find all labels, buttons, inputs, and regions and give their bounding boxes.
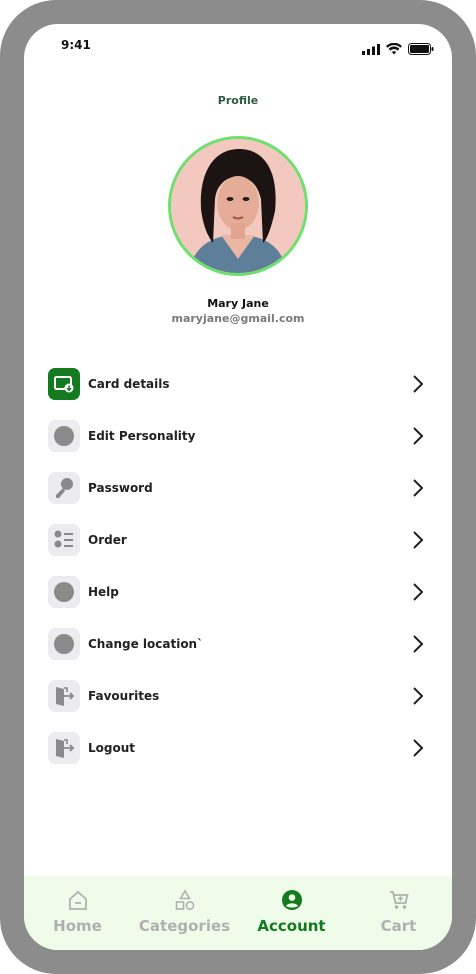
circle-icon — [48, 420, 80, 452]
menu-label-help: Help — [88, 585, 119, 599]
user-email: maryjane@gmail.com — [171, 312, 305, 325]
nav-item-home[interactable]: Home — [28, 888, 128, 935]
bottom-nav: Home Categories Account Cart — [24, 876, 452, 950]
wifi-icon — [386, 40, 402, 59]
circle-icon — [48, 576, 80, 608]
nav-label-account: Account — [257, 917, 326, 935]
menu-item-change-location[interactable]: Change location` — [48, 618, 428, 670]
account-icon — [281, 888, 303, 912]
menu-item-favourites[interactable]: Favourites — [48, 670, 428, 722]
nav-label-home: Home — [53, 917, 102, 935]
avatar[interactable] — [168, 136, 308, 276]
chevron-right-icon — [412, 478, 426, 498]
list-icon — [48, 524, 80, 556]
chevron-right-icon — [412, 426, 426, 446]
nav-item-categories[interactable]: Categories — [135, 888, 235, 935]
phone-frame: 9:41 Profile Mary Jane maryjane@gmail.co… — [0, 0, 476, 974]
nav-label-categories: Categories — [138, 917, 231, 935]
menu-label-logout: Logout — [88, 741, 136, 755]
menu-item-order[interactable]: Order — [48, 514, 428, 566]
menu-item-password[interactable]: Password — [48, 462, 428, 514]
screen: 9:41 Profile Mary Jane maryjane@gmail.co… — [24, 24, 452, 950]
user-name: Mary Jane — [207, 297, 269, 310]
door-exit-icon — [48, 732, 80, 764]
signal-icon — [362, 40, 380, 59]
menu-label-change-location: Change location` — [88, 637, 204, 651]
menu-label-password: Password — [88, 481, 153, 495]
status-time: 9:41 — [61, 38, 91, 52]
door-exit-icon — [48, 680, 80, 712]
shapes-icon — [174, 888, 196, 912]
menu-item-edit-personality[interactable]: Edit Personality — [48, 410, 428, 462]
menu-label-edit-personality: Edit Personality — [88, 429, 196, 443]
avatar-image — [171, 139, 305, 273]
page-title: Profile — [217, 94, 259, 107]
chevron-right-icon — [412, 582, 426, 602]
status-icons — [362, 40, 434, 59]
cart-icon — [388, 888, 410, 912]
chevron-right-icon — [412, 738, 426, 758]
nav-item-cart[interactable]: Cart — [349, 888, 449, 935]
key-icon — [48, 472, 80, 504]
chevron-right-icon — [412, 374, 426, 394]
nav-item-account[interactable]: Account — [242, 888, 342, 935]
menu-item-logout[interactable]: Logout — [48, 722, 428, 774]
menu-item-card-details[interactable]: Card details — [48, 358, 428, 410]
circle-icon — [48, 628, 80, 660]
home-icon — [67, 888, 89, 912]
chevron-right-icon — [412, 634, 426, 654]
menu-item-help[interactable]: Help — [48, 566, 428, 618]
menu-label-card-details: Card details — [88, 377, 170, 391]
menu-label-order: Order — [88, 533, 127, 547]
menu-label-favourites: Favourites — [88, 689, 160, 703]
nav-label-cart: Cart — [380, 917, 417, 935]
battery-icon — [408, 40, 434, 59]
chevron-right-icon — [412, 686, 426, 706]
profile-menu: Card details Edit Personality Password O… — [48, 358, 428, 774]
chevron-right-icon — [412, 530, 426, 550]
card-download-icon — [48, 368, 80, 400]
